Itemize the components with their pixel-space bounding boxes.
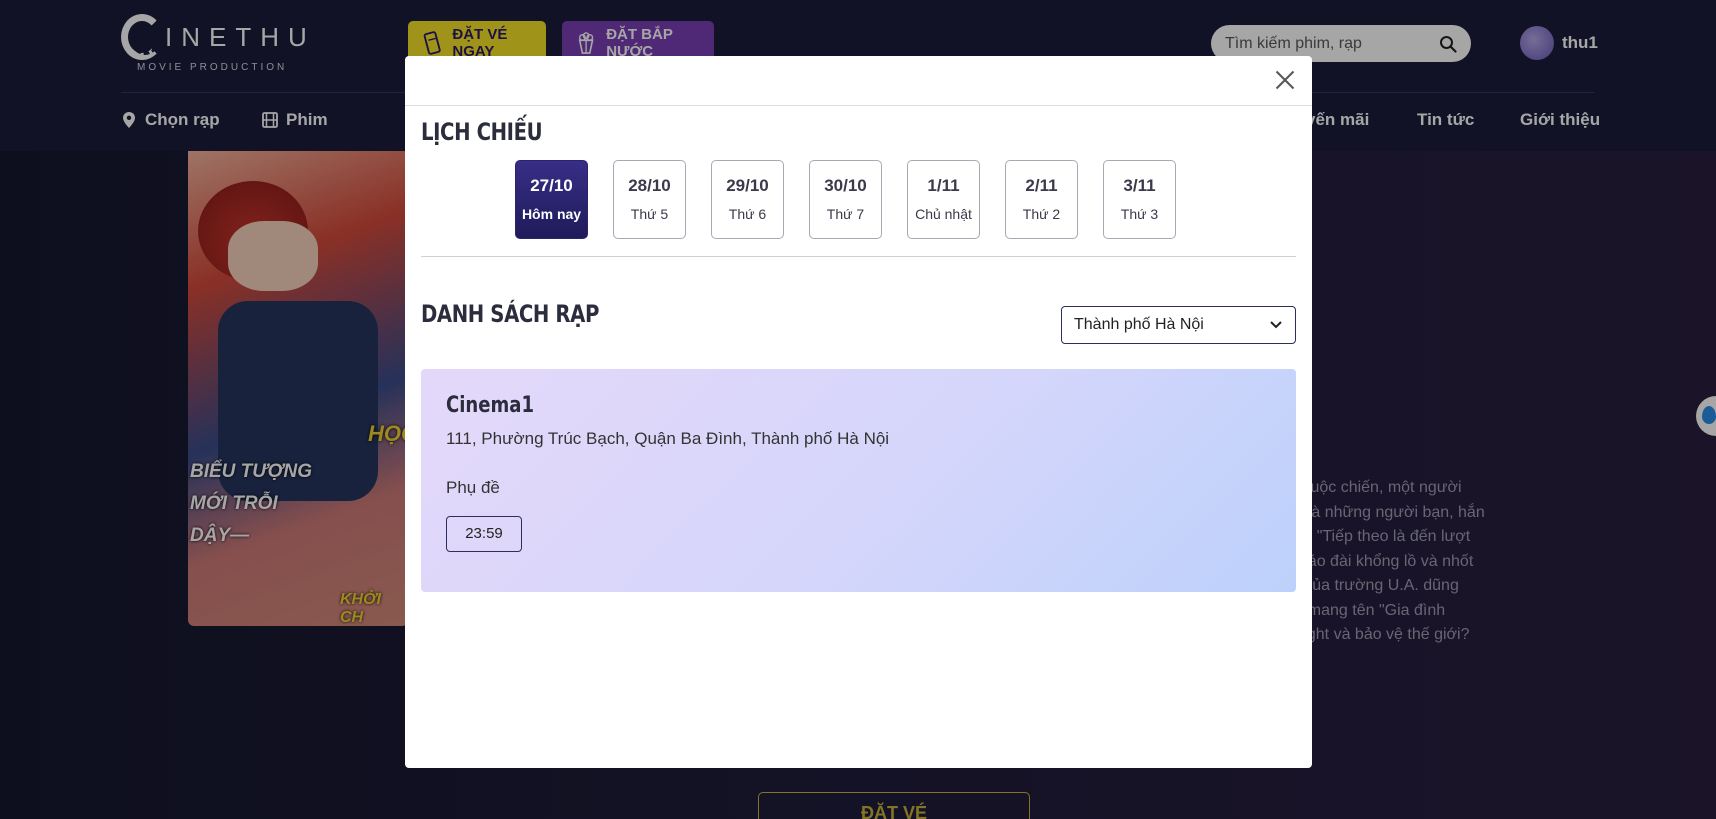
chevron-down-icon	[1270, 321, 1282, 329]
cinema-format: Phụ đề	[446, 478, 500, 497]
date-value: 30/10	[824, 176, 867, 195]
date-weekday: Thứ 5	[630, 206, 669, 222]
schedule-title: LỊCH CHIẾU	[421, 118, 543, 146]
date-tab[interactable]: 28/10 Thứ 5	[613, 160, 686, 239]
date-weekday: Hôm nay	[521, 206, 582, 222]
date-tab[interactable]: 1/11 Chủ nhật	[907, 160, 980, 239]
date-weekday: Thứ 2	[1022, 206, 1061, 222]
date-tab-today[interactable]: 27/10 Hôm nay	[515, 160, 588, 239]
modal-header-divider	[405, 105, 1312, 106]
schedule-divider	[421, 256, 1296, 257]
date-weekday: Thứ 7	[826, 206, 865, 222]
cinema-list-title: DANH SÁCH RẠP	[421, 300, 600, 328]
date-weekday: Chủ nhật	[915, 206, 972, 222]
city-select-value: Thành phố Hà Nội	[1074, 316, 1204, 333]
date-tab[interactable]: 2/11 Thứ 2	[1005, 160, 1078, 239]
cinema-address: 111, Phường Trúc Bạch, Quận Ba Đình, Thà…	[446, 429, 890, 448]
date-value: 27/10	[530, 176, 573, 195]
date-value: 29/10	[726, 176, 769, 195]
date-value: 1/11	[927, 176, 960, 195]
showtime-modal: LỊCH CHIẾU 27/10 Hôm nay 28/10 Thứ 5 29/…	[405, 56, 1312, 768]
cinema-card: Cinema1 111, Phường Trúc Bạch, Quận Ba Đ…	[421, 369, 1296, 592]
date-value: 28/10	[628, 176, 671, 195]
cinema-name: Cinema1	[446, 393, 535, 418]
close-icon[interactable]	[1274, 69, 1296, 91]
date-value: 2/11	[1025, 176, 1058, 195]
date-tab[interactable]: 3/11 Thứ 3	[1103, 160, 1176, 239]
date-value: 3/11	[1123, 176, 1156, 195]
date-tab[interactable]: 29/10 Thứ 6	[711, 160, 784, 239]
date-tab[interactable]: 30/10 Thứ 7	[809, 160, 882, 239]
date-weekday: Thứ 6	[728, 206, 767, 222]
date-weekday: Thứ 3	[1120, 206, 1159, 222]
city-select[interactable]: Thành phố Hà Nội	[1061, 306, 1296, 344]
showtime-button[interactable]: 23:59	[446, 516, 522, 552]
date-selector: 27/10 Hôm nay 28/10 Thứ 5 29/10 Thứ 6 30…	[515, 160, 1176, 239]
